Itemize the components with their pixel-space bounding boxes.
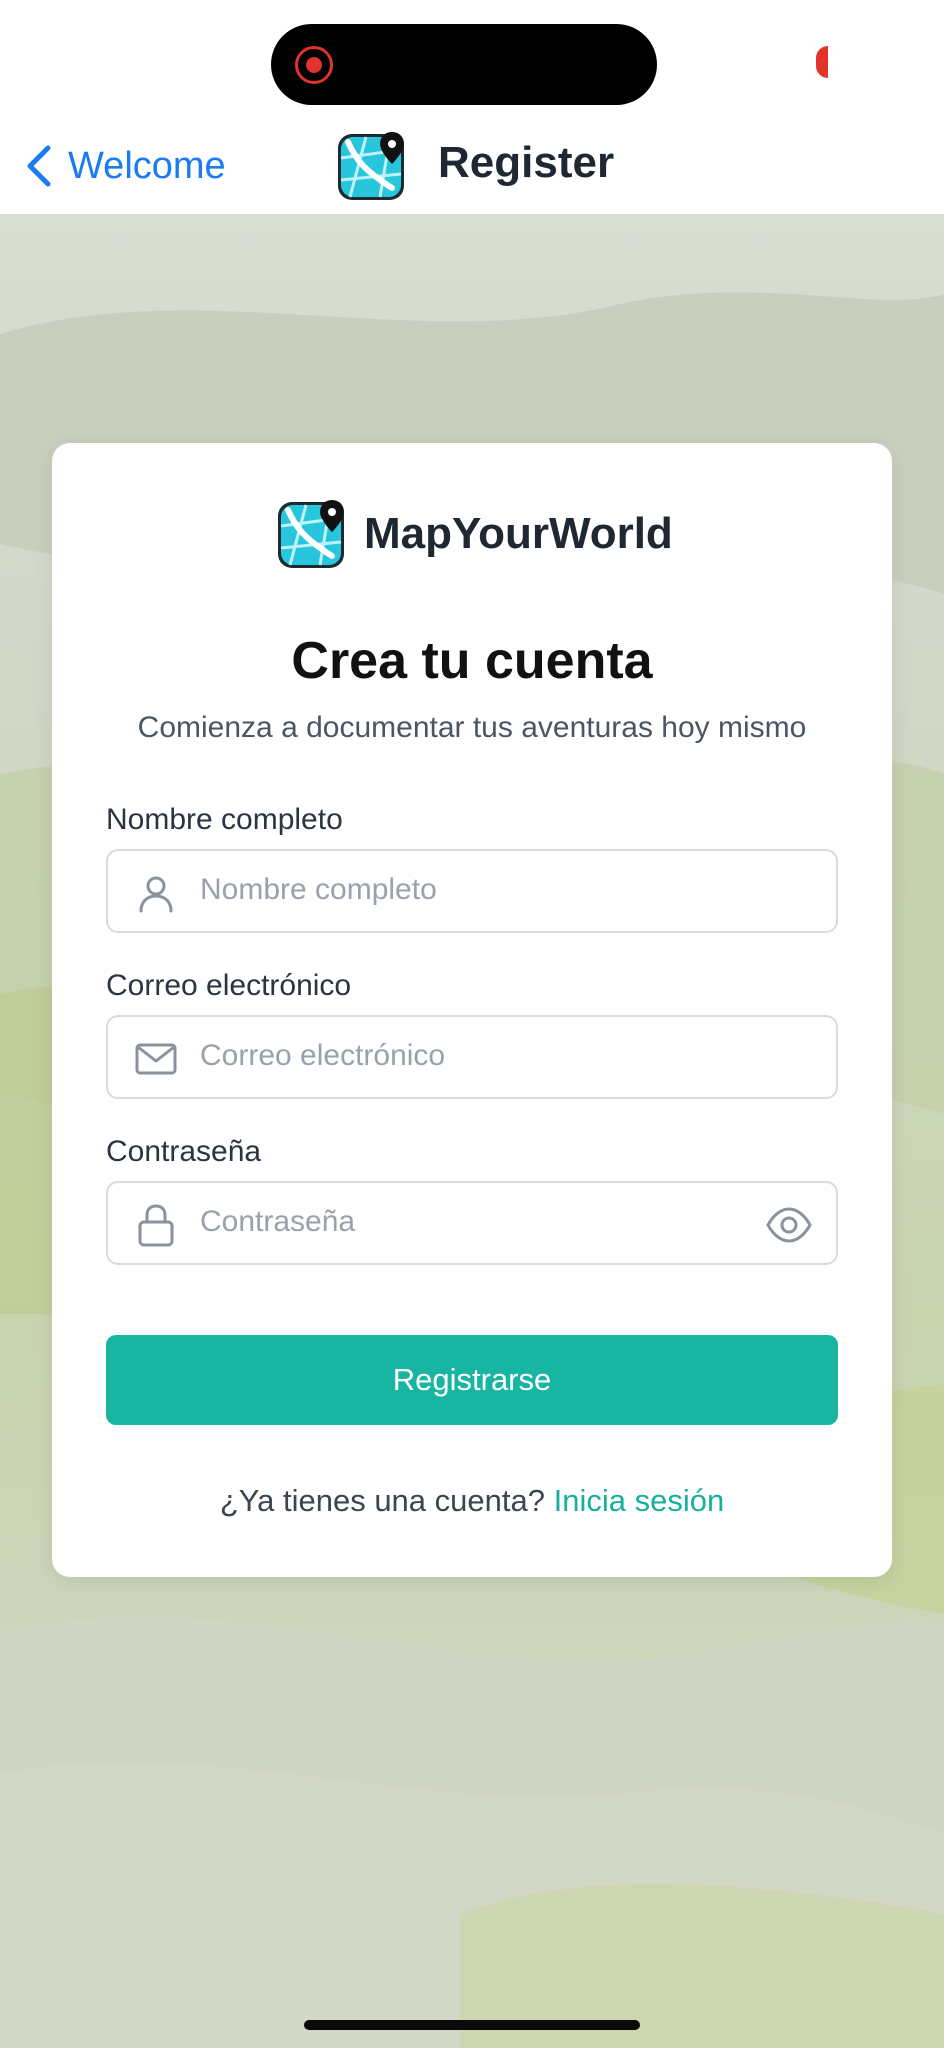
user-icon <box>139 876 173 913</box>
navigation-bar: Welcome Register <box>0 120 944 214</box>
register-card: MapYourWorld Crea tu cuenta Comienza a d… <box>52 443 892 1577</box>
brand-header: MapYourWorld <box>276 497 673 571</box>
status-indicator-icon <box>816 46 828 78</box>
name-label: Nombre completo <box>106 803 343 836</box>
email-label: Correo electrónico <box>106 969 352 1002</box>
form-subtitle: Comienza a documentar tus aventuras hoy … <box>137 711 807 744</box>
mail-icon <box>135 1043 177 1075</box>
email-placeholder: Correo electrónico <box>200 1039 446 1072</box>
password-placeholder: Contraseña <box>200 1205 356 1238</box>
name-placeholder: Nombre completo <box>200 873 437 906</box>
login-link[interactable]: Inicia sesión <box>554 1483 725 1518</box>
brand-logo-icon <box>278 500 344 568</box>
register-button-label: Registrarse <box>392 1362 552 1397</box>
recording-indicator-icon <box>295 46 333 84</box>
password-input[interactable]: Contraseña <box>106 1181 838 1265</box>
lock-icon <box>138 1204 174 1247</box>
email-input[interactable]: Correo electrónico <box>106 1015 838 1099</box>
brand-name: MapYourWorld <box>364 509 673 558</box>
name-input[interactable]: Nombre completo <box>106 849 838 933</box>
page-title: Register <box>438 138 615 187</box>
password-label: Contraseña <box>106 1135 262 1168</box>
register-button[interactable]: Registrarse <box>106 1335 838 1425</box>
login-prompt: ¿Ya tienes una cuenta? Inicia sesión <box>52 1483 892 1519</box>
eye-icon[interactable] <box>766 1203 812 1247</box>
register-screen: Welcome Register MapYourWorld Crea tu cu… <box>0 0 944 2048</box>
app-logo-icon <box>338 132 404 200</box>
dynamic-island <box>271 24 657 105</box>
form-title: Crea tu cuenta <box>291 632 653 690</box>
back-button-label: Welcome <box>68 144 226 187</box>
chevron-left-icon <box>27 145 51 187</box>
back-button[interactable]: Welcome <box>24 140 226 192</box>
login-prompt-text: ¿Ya tienes una cuenta? <box>219 1483 545 1518</box>
status-bar <box>0 0 944 120</box>
home-indicator[interactable] <box>304 2020 640 2030</box>
